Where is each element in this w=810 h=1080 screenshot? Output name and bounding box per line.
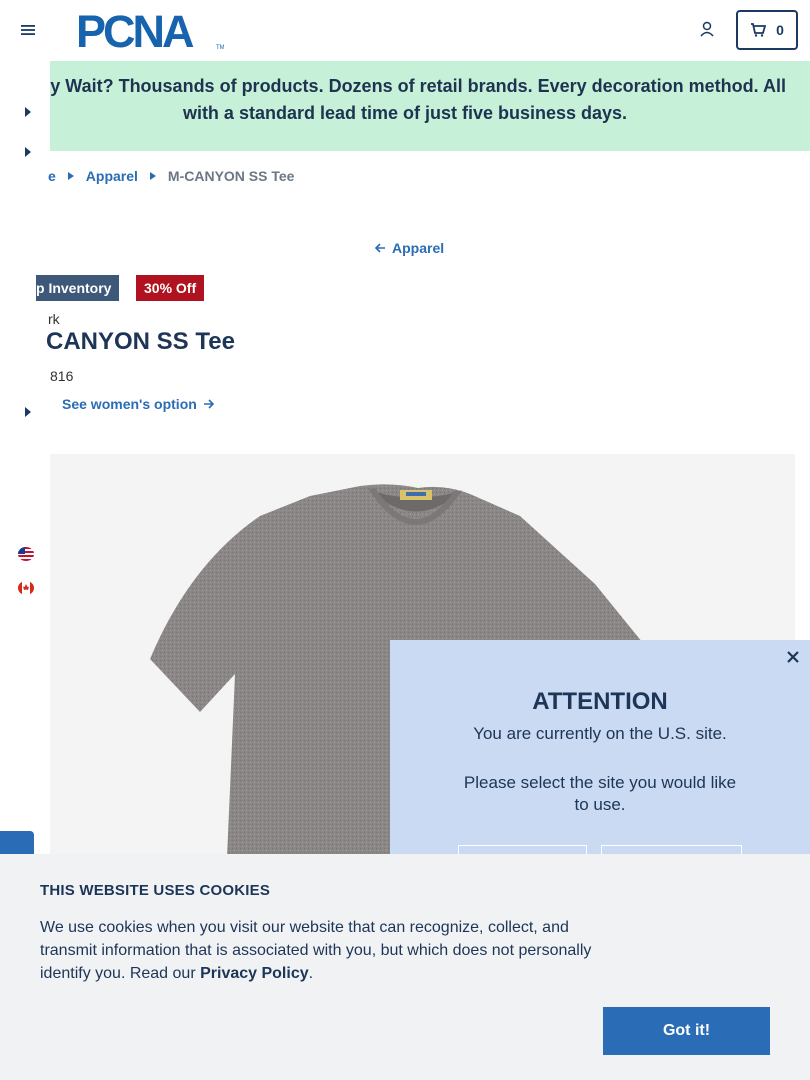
user-icon <box>700 21 714 37</box>
menu-button[interactable] <box>16 20 40 40</box>
caret-right-icon[interactable] <box>24 147 32 157</box>
side-rail <box>0 61 50 901</box>
cookie-text: We use cookies when you visit our websit… <box>40 916 610 985</box>
product-brand: rk <box>48 311 60 327</box>
product-sku: 816 <box>50 368 74 384</box>
caret-right-icon <box>149 172 156 180</box>
breadcrumb: e Apparel M-CANYON SS Tee <box>48 168 294 184</box>
caret-right-icon[interactable] <box>24 107 32 117</box>
promo-banner: y Wait? Thousands of products. Dozens of… <box>0 61 810 151</box>
womens-option-link[interactable]: See women's option <box>62 396 214 412</box>
cookie-title: THIS WEBSITE USES COOKIES <box>40 882 271 899</box>
caret-right-icon <box>67 172 74 180</box>
menu-icon <box>21 25 35 35</box>
arrow-right-icon <box>203 399 214 409</box>
arrow-left-icon <box>375 243 385 253</box>
cart-count: 0 <box>776 22 784 38</box>
attention-title: ATTENTION <box>532 688 668 715</box>
promo-line-2: with a standard lead time of just five b… <box>182 103 628 123</box>
breadcrumb-category[interactable]: Apparel <box>86 168 138 184</box>
attention-current-site: You are currently on the U.S. site. <box>473 724 727 743</box>
discount-badge: 30% Off <box>136 275 205 301</box>
cart-button[interactable]: 0 <box>736 10 798 50</box>
pcna-logo[interactable]: PCNA TM <box>76 9 224 51</box>
account-button[interactable] <box>698 20 718 40</box>
logo-text: PCNA <box>76 9 194 51</box>
attention-instruction: Please select the site you would like to… <box>463 773 737 814</box>
cookie-period: . <box>308 965 314 982</box>
promo-line-1: y Wait? Thousands of products. Dozens of… <box>50 76 786 96</box>
back-to-category-link[interactable]: Apparel <box>375 240 444 256</box>
canada-flag-icon[interactable] <box>18 581 34 595</box>
womens-option-label: See women's option <box>62 396 197 412</box>
product-title: CANYON SS Tee <box>46 328 235 355</box>
inventory-badge: p Inventory <box>36 275 120 301</box>
accept-cookies-button[interactable]: Got it! <box>603 1007 770 1055</box>
cookie-description: We use cookies when you visit our websit… <box>40 919 592 982</box>
svg-text:TM: TM <box>216 45 224 51</box>
back-link-label: Apparel <box>392 240 445 256</box>
breadcrumb-current: M-CANYON SS Tee <box>167 168 295 184</box>
site-header: PCNA TM 0 <box>0 0 810 61</box>
cart-icon <box>751 23 767 37</box>
breadcrumb-home[interactable]: e <box>48 168 56 184</box>
close-icon[interactable] <box>786 650 800 664</box>
us-flag-icon[interactable] <box>18 547 34 561</box>
caret-right-icon[interactable] <box>24 407 32 417</box>
privacy-policy-link[interactable]: Privacy Policy <box>200 965 309 982</box>
cookie-banner: THIS WEBSITE USES COOKIES We use cookies… <box>0 854 810 1080</box>
